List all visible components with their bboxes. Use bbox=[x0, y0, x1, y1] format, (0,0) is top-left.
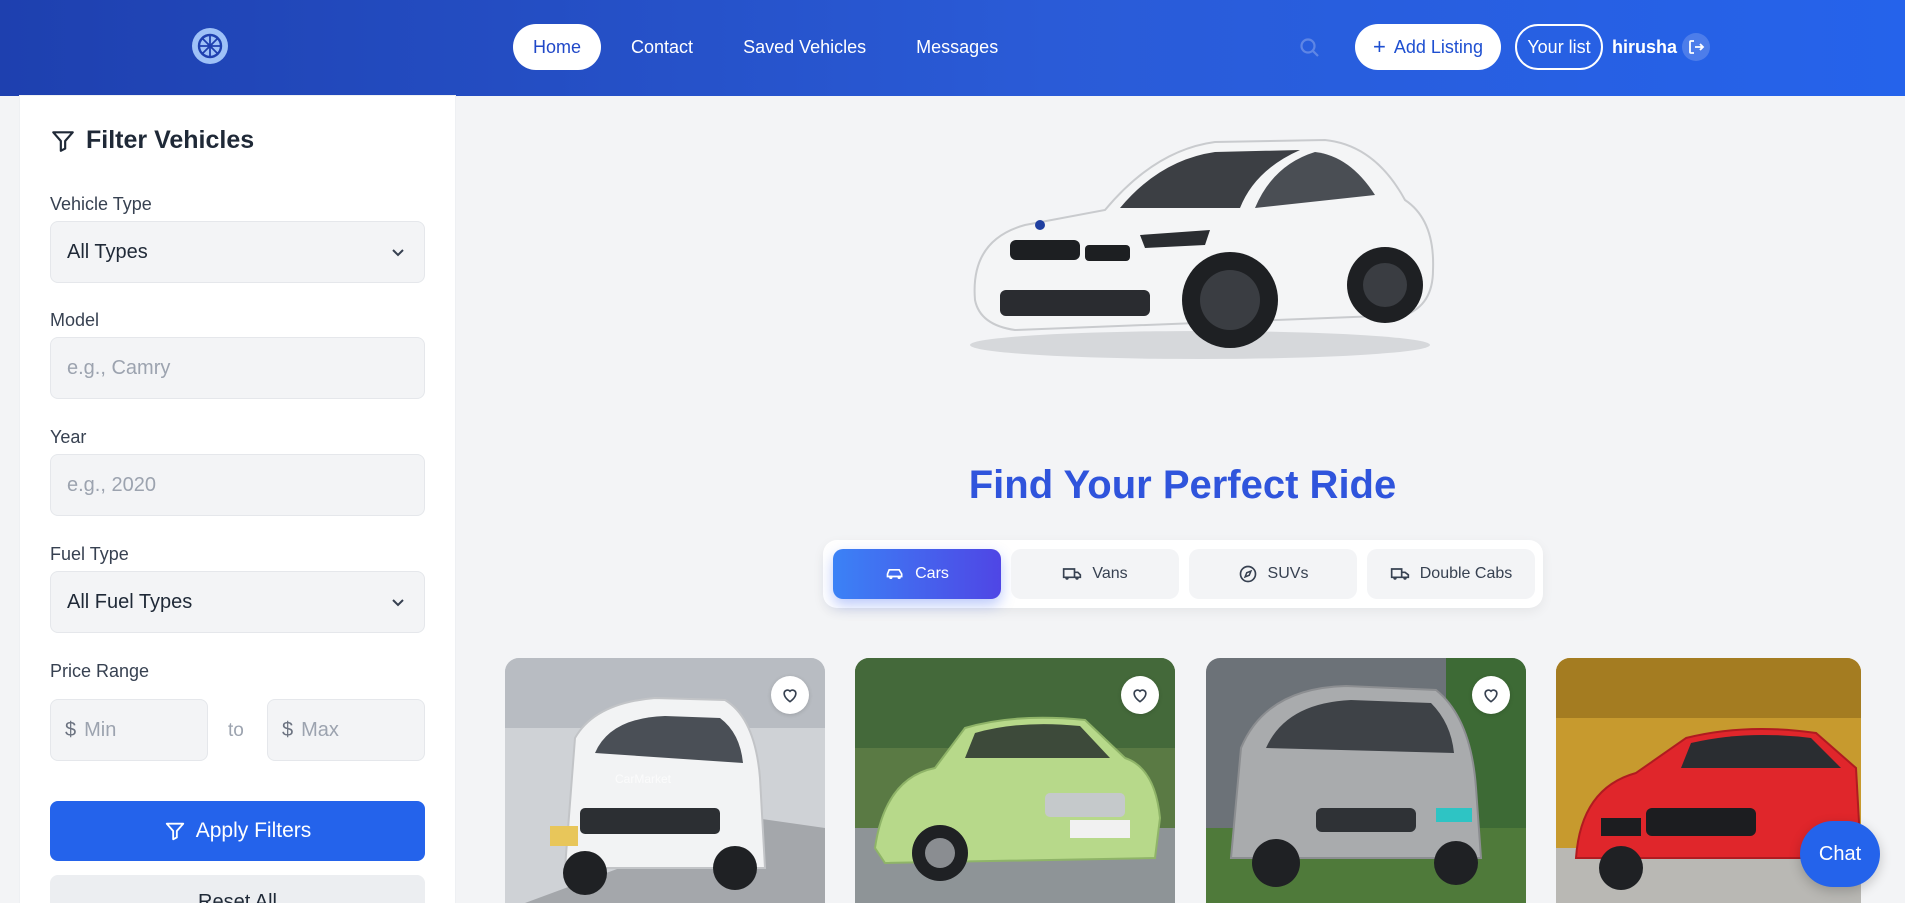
vehicle-card[interactable]: CarMarket bbox=[505, 658, 825, 903]
filter-sidebar: Filter Vehicles Vehicle Type All Types M… bbox=[20, 96, 455, 903]
fuel-type-label: Fuel Type bbox=[50, 544, 129, 564]
van-icon bbox=[1063, 568, 1082, 580]
nav-saved-vehicles[interactable]: Saved Vehicles bbox=[723, 24, 886, 70]
nav-home[interactable]: Home bbox=[513, 24, 602, 70]
vehicle-card[interactable] bbox=[855, 658, 1175, 903]
vehicle-category-tabs: Cars Vans SUVs Double Cabs bbox=[823, 540, 1543, 608]
search-icon[interactable] bbox=[1298, 36, 1322, 60]
plus-icon: + bbox=[1373, 34, 1386, 59]
year-label: Year bbox=[50, 427, 87, 447]
tab-suvs[interactable]: SUVs bbox=[1189, 549, 1357, 599]
logout-icon[interactable] bbox=[1682, 33, 1710, 61]
tab-cars[interactable]: Cars bbox=[833, 549, 1001, 599]
top-navbar: Home Contact Saved Vehicles Messages + A… bbox=[0, 0, 1905, 96]
username: hirusha bbox=[1612, 37, 1678, 57]
compass-icon bbox=[1239, 565, 1256, 583]
apply-filters-button[interactable]: Apply Filters bbox=[50, 801, 425, 861]
tab-double-cabs[interactable]: Double Cabs bbox=[1367, 549, 1535, 599]
nav-contact[interactable]: Contact bbox=[611, 24, 713, 70]
price-min-input[interactable]: $ Min bbox=[50, 699, 208, 761]
main-nav: Home Contact Saved Vehicles Messages bbox=[513, 24, 1028, 70]
tab-vans[interactable]: Vans bbox=[1011, 549, 1179, 599]
favorite-heart-icon[interactable] bbox=[1472, 676, 1510, 714]
reset-all-button[interactable]: Reset All bbox=[50, 875, 425, 903]
chat-button[interactable]: Chat bbox=[1800, 821, 1880, 887]
fuel-type-select[interactable]: All Fuel Types bbox=[50, 571, 425, 633]
chevron-down-icon bbox=[392, 249, 404, 257]
vehicle-card[interactable] bbox=[1206, 658, 1526, 903]
svg-text:CarMarket: CarMarket bbox=[615, 772, 672, 786]
price-max-input[interactable]: $ Max bbox=[267, 699, 425, 761]
car-icon bbox=[886, 569, 903, 579]
filter-title-text: Filter Vehicles bbox=[86, 126, 255, 154]
hero-car-image bbox=[970, 138, 1435, 359]
chevron-down-icon bbox=[392, 599, 404, 607]
add-listing-button[interactable]: + Add Listing bbox=[1355, 24, 1501, 70]
favorite-heart-icon[interactable] bbox=[1121, 676, 1159, 714]
add-listing-label: Add Listing bbox=[1393, 36, 1483, 57]
vehicle-type-select[interactable]: All Types bbox=[50, 221, 425, 283]
your-list-button[interactable]: Your list bbox=[1515, 24, 1603, 70]
price-to-text: to bbox=[228, 720, 244, 741]
page-headline: Find Your Perfect Ride bbox=[968, 463, 1397, 507]
model-input[interactable]: e.g., Camry bbox=[50, 337, 425, 399]
wheel-icon[interactable] bbox=[192, 28, 228, 64]
nav-messages[interactable]: Messages bbox=[896, 24, 1018, 70]
filter-icon bbox=[52, 130, 74, 152]
truck-icon bbox=[1390, 568, 1409, 580]
filter-icon bbox=[165, 822, 184, 841]
favorite-heart-icon[interactable] bbox=[771, 676, 809, 714]
model-label: Model bbox=[50, 310, 100, 330]
year-input[interactable]: e.g., 2020 bbox=[50, 454, 425, 516]
filter-title: Filter Vehicles bbox=[50, 126, 254, 155]
price-range-label: Price Range bbox=[50, 661, 150, 681]
vehicle-type-label: Vehicle Type bbox=[50, 194, 152, 214]
